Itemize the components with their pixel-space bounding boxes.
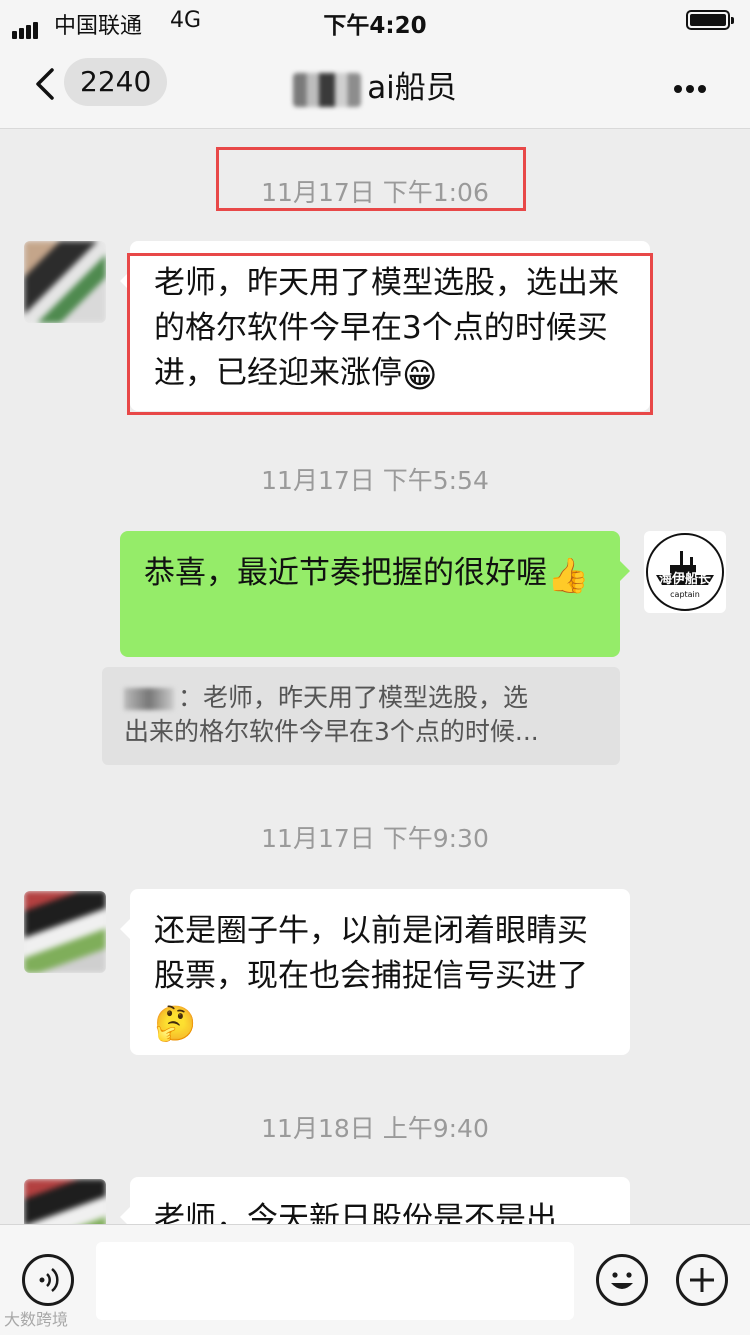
input-bar (0, 1224, 750, 1335)
self-avatar[interactable]: 海伊船长 captain (644, 531, 726, 613)
timestamp: 11月17日 下午5:54 (261, 466, 489, 495)
avatar[interactable] (24, 1179, 106, 1224)
quote-line1: ：老师，昨天用了模型选股，选 (178, 683, 529, 712)
avatar[interactable] (24, 241, 106, 323)
watermark: 大数跨境 (4, 1310, 69, 1329)
quoted-message[interactable]: ：老师，昨天用了模型选股，选 出来的格尔软件今早在3个点的时候... (102, 667, 620, 765)
avatar[interactable] (24, 891, 106, 973)
chat-title: ai船员 (0, 62, 750, 107)
ship-logo-icon: 海伊船长 captain (646, 533, 724, 611)
timestamp: 11月18日 上午9:40 (261, 1114, 489, 1143)
more-dots-icon[interactable] (674, 78, 714, 93)
message-list[interactable]: 11月17日 下午1:06 老师，昨天用了模型选股，选出来的格尔软件今早在3个点… (0, 129, 750, 1224)
message-text: 老师，今天新日股份是不是出 (154, 1201, 557, 1224)
status-bar: 中国联通 4G 下午4:20 (0, 0, 750, 40)
blurred-group-name (293, 72, 362, 107)
message-input[interactable] (96, 1242, 574, 1320)
thumbs-up-emoji-icon: 👍 (547, 556, 590, 596)
timestamp: 11月17日 下午9:30 (261, 824, 489, 853)
message-text: 恭喜，最近节奏把握的很好喔 (144, 555, 547, 591)
voice-icon[interactable] (22, 1254, 74, 1306)
message-text: 还是圈子牛，以前是闭着眼睛买股票，现在也会捕捉信号买进了 (154, 913, 588, 994)
battery-icon (686, 10, 734, 30)
blurred-quote-author (124, 688, 174, 710)
highlight-box (216, 147, 526, 211)
battery-fill (690, 14, 726, 26)
status-time: 下午4:20 (323, 13, 427, 39)
quote-line2: 出来的格尔软件今早在3个点的时候... (124, 717, 539, 746)
avatar-subtext: captain (670, 590, 700, 599)
message-bubble-incoming[interactable]: 老师，今天新日股份是不是出 (120, 1177, 630, 1224)
chat-header: 2240 ai船员 (0, 40, 750, 129)
highlight-box (127, 253, 653, 415)
avatar-text: 海伊船长 (659, 571, 712, 587)
thinking-emoji-icon: 🤔 (154, 1004, 197, 1044)
message-bubble-outgoing[interactable]: 恭喜，最近节奏把握的很好喔👍 (120, 531, 630, 657)
chat-title-text: ai船员 (367, 70, 457, 106)
message-bubble-incoming[interactable]: 还是圈子牛，以前是闭着眼睛买股票，现在也会捕捉信号买进了 🤔 (120, 889, 630, 1055)
plus-icon[interactable] (676, 1254, 728, 1306)
smiley-icon[interactable] (596, 1254, 648, 1306)
